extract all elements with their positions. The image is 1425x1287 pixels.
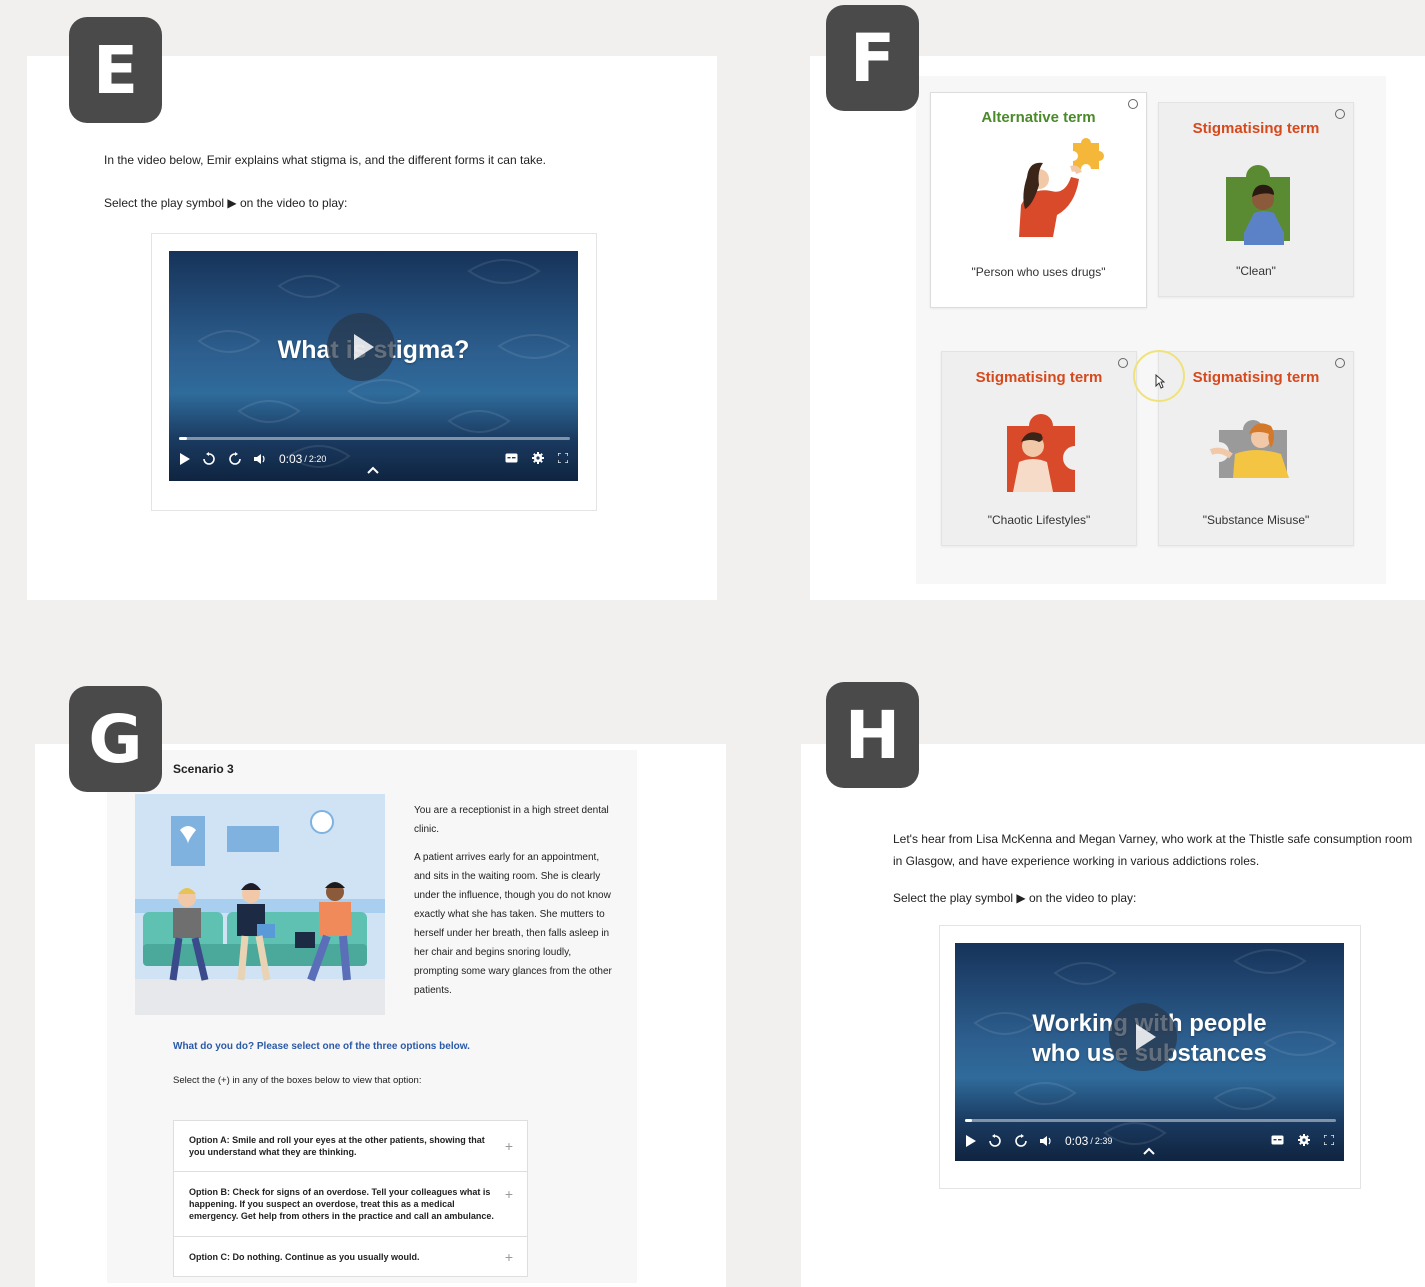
term-card-stigmatising-1[interactable]: Stigmatising term "Clean" — [1158, 102, 1354, 297]
panel-e: In the video below, Emir explains what s… — [27, 56, 717, 600]
video-frame: Working with people who use substances — [939, 925, 1361, 1189]
person-holding-puzzle-illustration — [1019, 138, 1104, 237]
scenario-question: What do you do? Please select one of the… — [173, 1041, 470, 1052]
term-card-stigmatising-3[interactable]: Stigmatising term "Substance Misuse" — [1158, 351, 1354, 546]
gear-icon[interactable] — [532, 451, 544, 467]
badge-e: E — [69, 17, 162, 123]
flip-icon[interactable] — [1118, 358, 1128, 368]
card-title: Stigmatising term — [1192, 120, 1320, 137]
video-controls-right — [1271, 1133, 1335, 1149]
video-controls-right — [505, 451, 569, 467]
instruction-text: Select the play symbol ▶ on the video to… — [893, 891, 1137, 905]
card-quote: "Person who uses drugs" — [971, 265, 1106, 279]
progress-fill — [179, 437, 187, 440]
time-separator: / — [304, 454, 307, 464]
card-quote: "Chaotic Lifestyles" — [987, 513, 1091, 527]
progress-bar[interactable] — [179, 437, 570, 440]
play-overlay-icon[interactable] — [327, 313, 395, 381]
waiting-room-scene — [135, 794, 385, 1015]
person-in-puzzle-piece-illustration — [1007, 414, 1075, 492]
chevron-up-icon[interactable] — [361, 465, 385, 477]
flip-icon[interactable] — [1335, 358, 1345, 368]
option-c-text: Option C: Do nothing. Continue as you us… — [189, 1251, 420, 1262]
person-in-puzzle-piece-illustration — [1226, 165, 1290, 245]
time-display: 0:03 / 2:20 — [279, 450, 326, 468]
fullscreen-icon[interactable] — [1323, 1133, 1335, 1149]
scenario-para-1: You are a receptionist in a high street … — [414, 805, 609, 835]
time-total: 2:20 — [308, 454, 327, 464]
mouse-cursor-icon — [1155, 374, 1165, 389]
expand-plus-icon[interactable]: + — [505, 1139, 513, 1153]
scenario-heading: Scenario 3 — [173, 762, 234, 776]
time-separator: / — [1090, 1136, 1093, 1146]
option-b-text: Option B: Check for signs of an overdose… — [189, 1187, 494, 1221]
progress-fill — [965, 1119, 973, 1122]
volume-icon[interactable] — [254, 450, 267, 468]
play-icon[interactable] — [179, 450, 190, 468]
forward-10-icon[interactable] — [1014, 1132, 1028, 1150]
fullscreen-icon[interactable] — [557, 451, 569, 467]
gear-icon[interactable] — [1298, 1133, 1310, 1149]
person-in-puzzle-piece-illustration — [1209, 420, 1289, 478]
term-card-alternative[interactable]: Alternative term "Person who uses drugs" — [930, 92, 1147, 308]
card-title: Stigmatising term — [975, 369, 1103, 386]
video-frame: What is stigma? 0:03 — [151, 233, 597, 511]
chevron-up-icon[interactable] — [1137, 1146, 1161, 1158]
progress-bar[interactable] — [965, 1119, 1336, 1122]
card-quote: "Clean" — [1236, 264, 1276, 278]
time-current: 0:03 — [1065, 1134, 1089, 1148]
play-overlay-icon[interactable] — [1109, 1003, 1177, 1071]
video-player[interactable]: Working with people who use substances — [955, 943, 1344, 1161]
instruction-text: Select the play symbol ▶ on the video to… — [104, 196, 348, 210]
option-c[interactable]: Option C: Do nothing. Continue as you us… — [173, 1236, 528, 1277]
scenario-instruction: Select the (+) in any of the boxes below… — [173, 1075, 422, 1086]
waiting-room-illustration — [135, 794, 385, 1015]
expand-plus-icon[interactable]: + — [505, 1187, 513, 1201]
expand-plus-icon[interactable]: + — [505, 1250, 513, 1264]
intro-text-line-1: Let's hear from Lisa McKenna and Megan V… — [893, 832, 1413, 846]
flip-icon[interactable] — [1335, 109, 1345, 119]
option-a[interactable]: Option A: Smile and roll your eyes at th… — [173, 1120, 528, 1172]
captions-icon[interactable] — [505, 452, 518, 467]
option-b[interactable]: Option B: Check for signs of an overdose… — [173, 1171, 528, 1237]
term-card-stigmatising-2[interactable]: Stigmatising term "Chaotic Lifestyles" — [941, 351, 1137, 546]
rewind-10-icon[interactable] — [988, 1132, 1002, 1150]
badge-h: H — [826, 682, 919, 788]
forward-10-icon[interactable] — [228, 450, 242, 468]
play-icon[interactable] — [965, 1132, 976, 1150]
video-player[interactable]: What is stigma? 0:03 — [169, 251, 578, 481]
time-current: 0:03 — [279, 452, 303, 466]
panel-f: Alternative term "Person who uses drugs"… — [810, 56, 1425, 600]
panel-g: Scenario 3 You are a receptionist in a h… — [35, 744, 726, 1287]
captions-icon[interactable] — [1271, 1134, 1284, 1149]
badge-f: F — [826, 5, 919, 111]
card-title: Alternative term — [981, 109, 1096, 126]
intro-text: In the video below, Emir explains what s… — [104, 153, 547, 167]
card-quote: "Substance Misuse" — [1202, 513, 1310, 527]
scenario-para-2: A patient arrives early for an appointme… — [414, 852, 612, 996]
card-title: Stigmatising term — [1192, 369, 1320, 386]
badge-g: G — [69, 686, 162, 792]
option-a-text: Option A: Smile and roll your eyes at th… — [189, 1135, 485, 1157]
rewind-10-icon[interactable] — [202, 450, 216, 468]
time-total: 2:39 — [1094, 1136, 1113, 1146]
intro-text-line-2: in Glasgow, and have experience working … — [893, 854, 1260, 868]
time-display: 0:03 / 2:39 — [1065, 1132, 1112, 1150]
flip-icon[interactable] — [1128, 99, 1138, 109]
panel-h: Let's hear from Lisa McKenna and Megan V… — [801, 744, 1425, 1287]
volume-icon[interactable] — [1040, 1132, 1053, 1150]
